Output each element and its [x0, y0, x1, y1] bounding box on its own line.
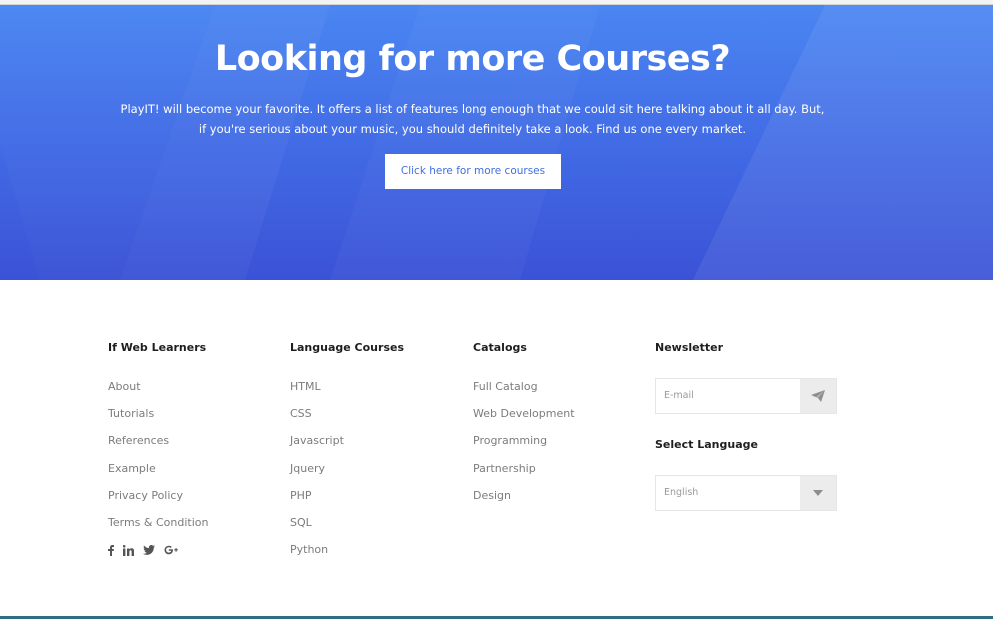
column-title: Catalogs: [473, 341, 527, 354]
banner-title: Looking for more Courses?: [214, 39, 731, 79]
footer-link-php[interactable]: PHP: [290, 489, 404, 516]
footer-link-example[interactable]: Example: [108, 462, 208, 489]
footer-link-design[interactable]: Design: [473, 489, 575, 516]
site-footer: If Web Learners About Tutorials Referenc…: [0, 280, 993, 619]
footer-link-jquery[interactable]: Jquery: [290, 462, 404, 489]
footer-link-partnership[interactable]: Partnership: [473, 462, 575, 489]
chevron-down-icon: [813, 490, 823, 496]
footer-link-web-development[interactable]: Web Development: [473, 407, 575, 434]
footer-link-full-catalog[interactable]: Full Catalog: [473, 380, 575, 407]
column-title: Language Courses: [290, 341, 404, 354]
footer-link-sql[interactable]: SQL: [290, 516, 404, 543]
facebook-icon[interactable]: [108, 543, 114, 557]
footer-link-python[interactable]: Python: [290, 543, 404, 570]
linkedin-icon[interactable]: [123, 543, 134, 557]
social-links: [108, 543, 179, 557]
paper-plane-icon: [811, 390, 825, 402]
footer-link-about[interactable]: About: [108, 380, 208, 407]
language-select[interactable]: English: [655, 475, 837, 511]
footer-link-tutorials[interactable]: Tutorials: [108, 407, 208, 434]
language-selected-value: English: [664, 487, 699, 498]
more-courses-button[interactable]: Click here for more courses: [385, 154, 561, 189]
footer-column-language-courses: Language Courses HTML CSS Javascript Jqu…: [290, 341, 404, 570]
footer-link-terms[interactable]: Terms & Condition: [108, 516, 208, 543]
select-language-title: Select Language: [655, 438, 758, 451]
email-placeholder: E-mail: [664, 390, 694, 401]
footer-column-web-learners: If Web Learners About Tutorials Referenc…: [108, 341, 208, 543]
language-dropdown-toggle[interactable]: [800, 476, 836, 510]
banner-description: PlayIT! will become your favorite. It of…: [120, 102, 825, 136]
newsletter-title: Newsletter: [655, 341, 724, 354]
footer-column-catalogs: Catalogs Full Catalog Web Development Pr…: [473, 341, 575, 516]
newsletter-send-button[interactable]: [800, 379, 836, 413]
google-plus-icon[interactable]: [164, 543, 179, 557]
footer-link-references[interactable]: References: [108, 434, 208, 461]
column-title: If Web Learners: [108, 341, 207, 354]
twitter-icon[interactable]: [143, 543, 155, 557]
courses-banner: Looking for more Courses? PlayIT! will b…: [0, 5, 993, 280]
newsletter-email-input[interactable]: E-mail: [655, 378, 837, 414]
footer-link-css[interactable]: CSS: [290, 407, 404, 434]
footer-link-programming[interactable]: Programming: [473, 434, 575, 461]
footer-link-javascript[interactable]: Javascript: [290, 434, 404, 461]
footer-link-html[interactable]: HTML: [290, 380, 404, 407]
footer-link-privacy-policy[interactable]: Privacy Policy: [108, 489, 208, 516]
footer-column-newsletter: Newsletter E-mail Select Language Englis…: [655, 341, 837, 511]
